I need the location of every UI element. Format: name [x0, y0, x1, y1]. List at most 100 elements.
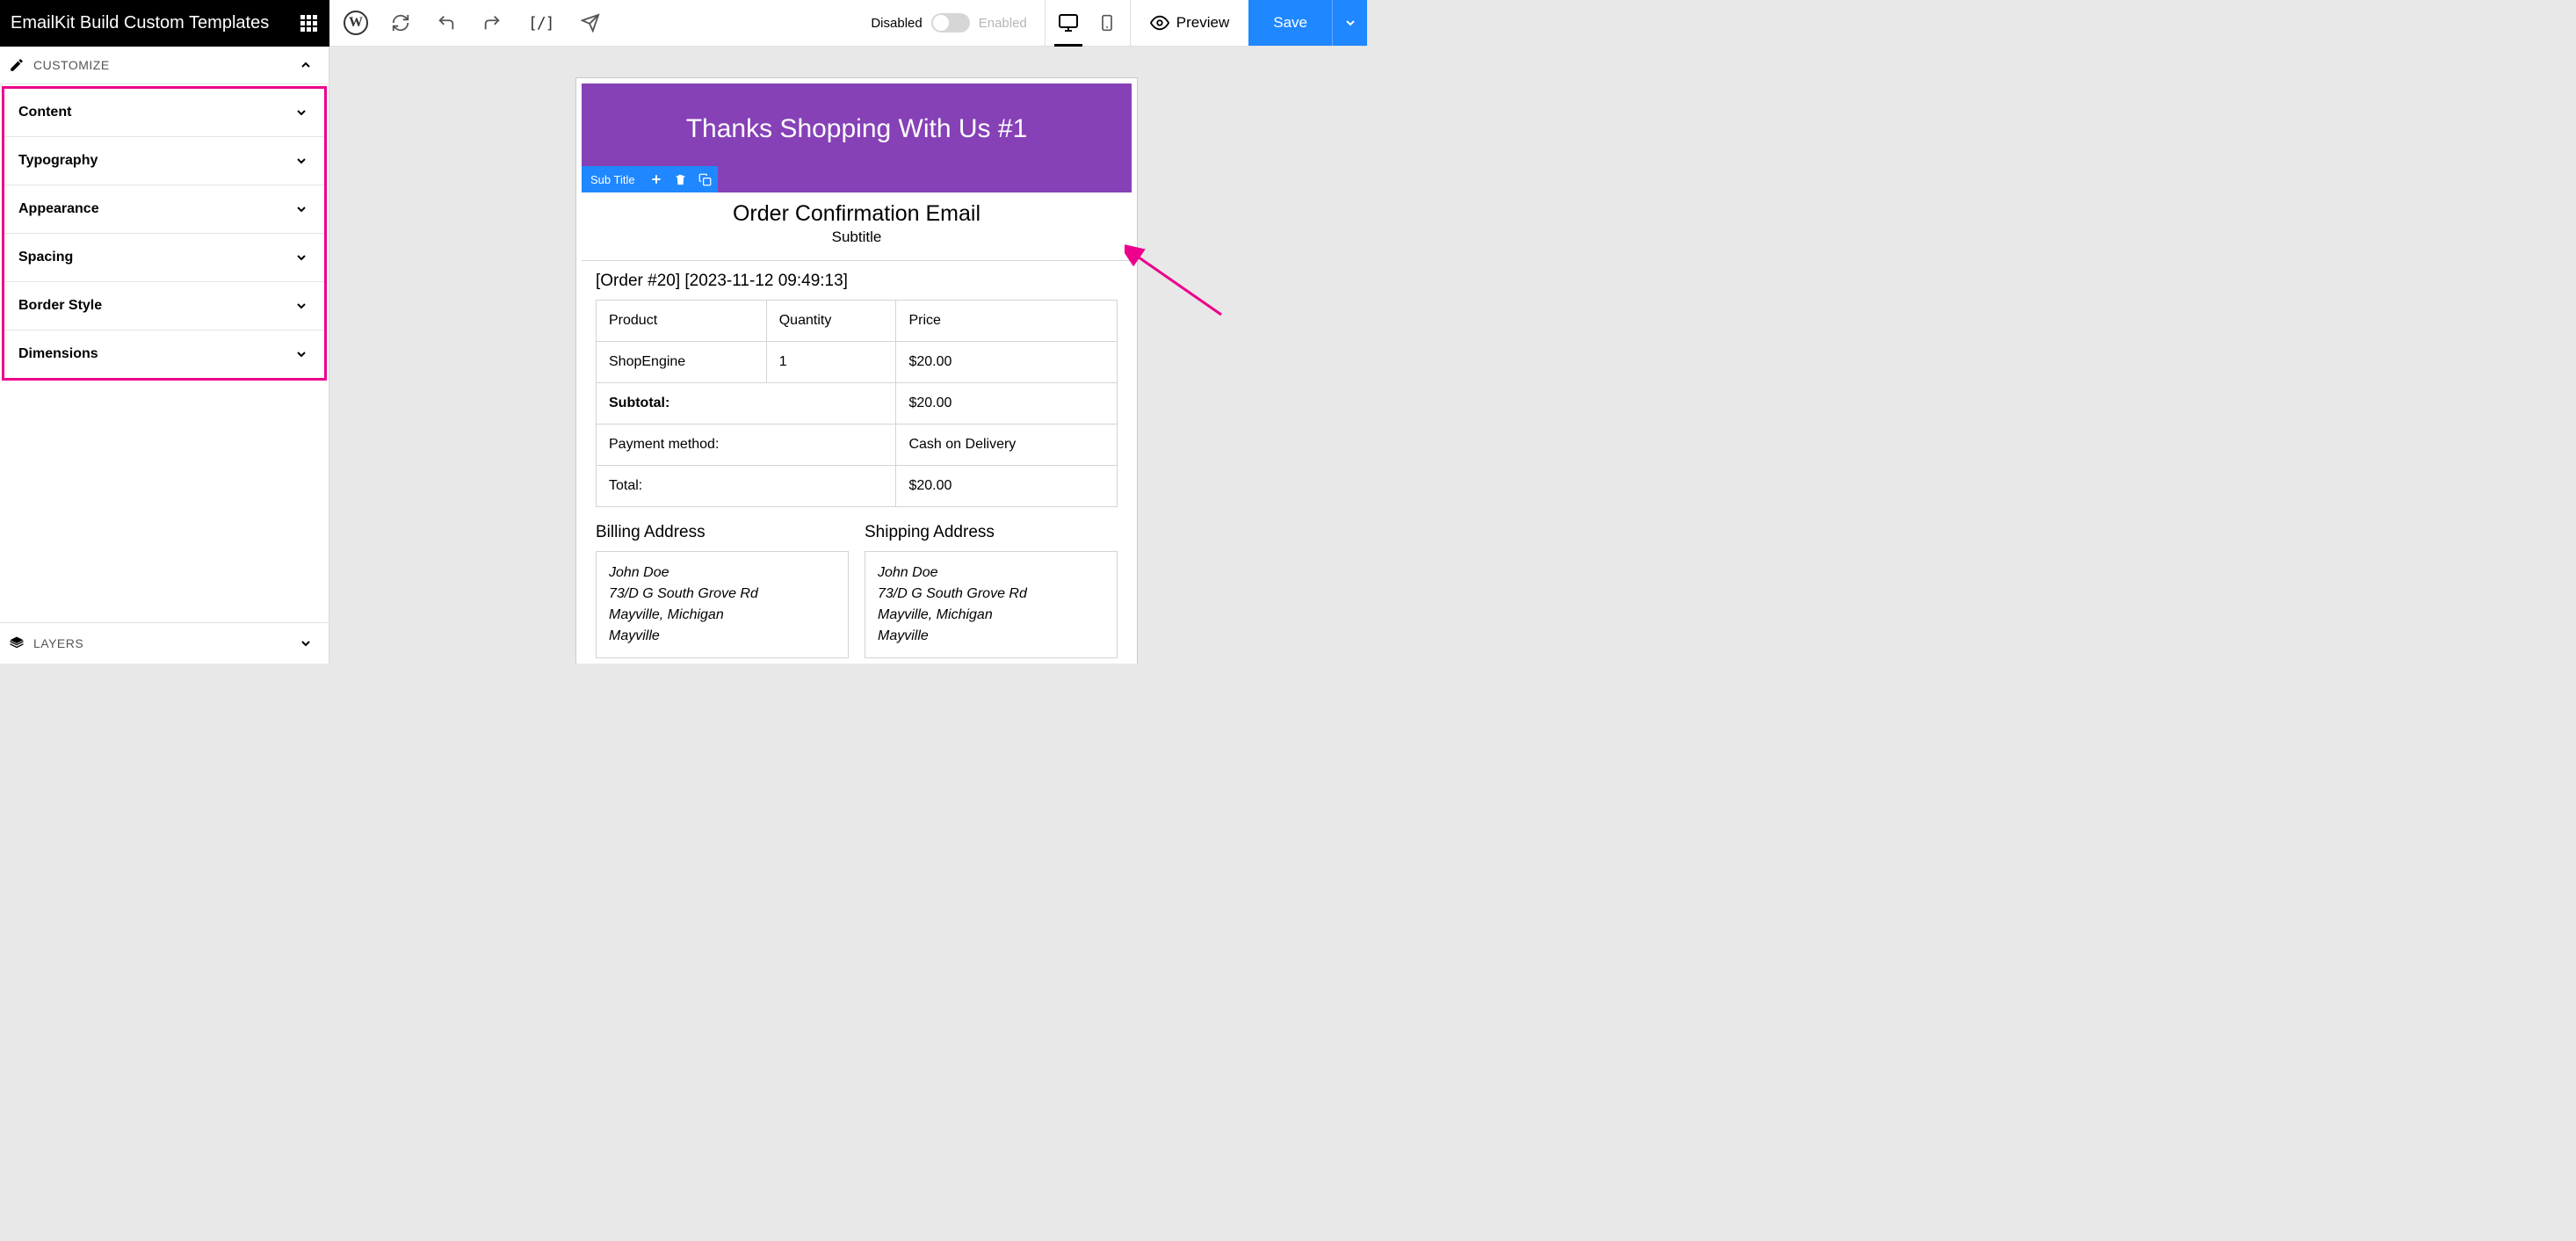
- shipping-title: Shipping Address: [865, 523, 1118, 542]
- undo-icon[interactable]: [437, 13, 456, 33]
- summary-label: Payment method:: [597, 425, 896, 466]
- editor-canvas: Thanks Shopping With Us #1 Sub Title Ord…: [329, 47, 1367, 664]
- panel-content[interactable]: Content: [4, 89, 324, 137]
- chevron-down-icon: [294, 347, 308, 361]
- email-subtitle[interactable]: Subtitle: [582, 229, 1132, 246]
- address-line: John Doe: [878, 562, 1104, 584]
- preview-button[interactable]: Preview: [1131, 0, 1248, 46]
- email-title[interactable]: Order Confirmation Email: [582, 201, 1132, 227]
- chevron-down-icon: [299, 636, 313, 650]
- annotation-arrow: [1125, 244, 1230, 323]
- enable-toggle-group: Disabled Enabled: [871, 13, 1026, 33]
- toolbar-right: Disabled Enabled Preview Save: [871, 0, 1367, 46]
- panel-typography[interactable]: Typography: [4, 137, 324, 185]
- address-line: Mayville: [609, 626, 836, 647]
- order-meta: [Order #20] [2023-11-12 09:49:13]: [582, 261, 1132, 300]
- panel-border-style[interactable]: Border Style: [4, 282, 324, 330]
- app-title: EmailKit Build Custom Templates: [11, 13, 269, 33]
- element-toolbar: Sub Title: [582, 166, 718, 192]
- col-product: Product: [597, 301, 767, 342]
- shipping-address-col: Shipping Address John Doe 73/D G South G…: [865, 523, 1118, 658]
- summary-row: Total: $20.00: [597, 466, 1118, 507]
- send-icon[interactable]: [581, 13, 600, 33]
- address-row: Billing Address John Doe 73/D G South Gr…: [582, 507, 1132, 658]
- cell-product: ShopEngine: [597, 342, 767, 383]
- chevron-down-icon: [294, 250, 308, 265]
- layers-section-header[interactable]: LAYERS: [0, 622, 329, 664]
- order-table: Product Quantity Price ShopEngine 1 $20.…: [596, 300, 1118, 507]
- save-button[interactable]: Save: [1248, 0, 1332, 46]
- panel-label: Appearance: [18, 201, 99, 217]
- app-header: EmailKit Build Custom Templates: [0, 0, 329, 47]
- layers-icon: [9, 635, 25, 651]
- summary-value: $20.00: [896, 466, 1118, 507]
- desktop-device-icon[interactable]: [1058, 12, 1079, 33]
- summary-value: Cash on Delivery: [896, 425, 1118, 466]
- panel-label: Spacing: [18, 250, 73, 265]
- customize-label: CUSTOMIZE: [33, 58, 299, 72]
- address-line: Mayville: [878, 626, 1104, 647]
- element-toolbar-label: Sub Title: [582, 173, 644, 186]
- email-preview-frame: Thanks Shopping With Us #1 Sub Title Ord…: [575, 77, 1138, 664]
- add-icon[interactable]: [644, 167, 669, 192]
- layers-label: LAYERS: [33, 636, 299, 650]
- col-quantity: Quantity: [766, 301, 896, 342]
- apps-grid-icon[interactable]: [300, 15, 317, 32]
- duplicate-icon[interactable]: [693, 167, 718, 192]
- sidebar: CUSTOMIZE Content Typography Appearance …: [0, 47, 329, 664]
- panel-label: Content: [18, 105, 71, 120]
- summary-row: Payment method: Cash on Delivery: [597, 425, 1118, 466]
- panel-label: Typography: [18, 153, 98, 169]
- billing-address-col: Billing Address John Doe 73/D G South Gr…: [596, 523, 849, 658]
- chevron-down-icon: [294, 105, 308, 120]
- email-header-text: Thanks Shopping With Us #1: [599, 114, 1114, 144]
- top-toolbar: W [/] Disabled Enabled Preview: [329, 0, 1367, 47]
- toggle-disabled-label: Disabled: [871, 16, 922, 31]
- panel-dimensions[interactable]: Dimensions: [4, 330, 324, 378]
- panel-appearance[interactable]: Appearance: [4, 185, 324, 234]
- chevron-down-icon: [1343, 16, 1357, 30]
- mobile-device-icon[interactable]: [1096, 12, 1118, 33]
- summary-label: Subtotal:: [597, 383, 896, 425]
- chevron-up-icon: [299, 58, 313, 72]
- pencil-icon: [9, 57, 25, 73]
- col-price: Price: [896, 301, 1118, 342]
- wordpress-icon[interactable]: W: [344, 11, 368, 35]
- billing-address-box: John Doe 73/D G South Grove Rd Mayville,…: [596, 551, 849, 658]
- delete-icon[interactable]: [669, 167, 693, 192]
- panels-highlight-box: Content Typography Appearance Spacing Bo…: [2, 86, 327, 381]
- address-line: 73/D G South Grove Rd: [878, 584, 1104, 605]
- refresh-icon[interactable]: [391, 13, 410, 33]
- table-row: ShopEngine 1 $20.00: [597, 342, 1118, 383]
- summary-value: $20.00: [896, 383, 1118, 425]
- summary-label: Total:: [597, 466, 896, 507]
- email-header-block[interactable]: Thanks Shopping With Us #1 Sub Title: [582, 83, 1132, 192]
- eye-icon: [1150, 13, 1169, 33]
- chevron-down-icon: [294, 202, 308, 216]
- device-switcher: [1045, 0, 1131, 46]
- panel-spacing[interactable]: Spacing: [4, 234, 324, 282]
- email-body: Order Confirmation Email Subtitle [Order…: [582, 192, 1132, 658]
- panel-label: Dimensions: [18, 346, 98, 362]
- customize-section-header[interactable]: CUSTOMIZE: [0, 47, 329, 84]
- billing-title: Billing Address: [596, 523, 849, 542]
- chevron-down-icon: [294, 299, 308, 313]
- address-line: Mayville, Michigan: [609, 605, 836, 626]
- table-header-row: Product Quantity Price: [597, 301, 1118, 342]
- preview-label: Preview: [1176, 14, 1229, 32]
- enable-toggle[interactable]: [931, 13, 970, 33]
- cell-price: $20.00: [896, 342, 1118, 383]
- summary-row: Subtotal: $20.00: [597, 383, 1118, 425]
- panel-label: Border Style: [18, 298, 102, 314]
- save-label: Save: [1273, 14, 1307, 32]
- chevron-down-icon: [294, 154, 308, 168]
- address-line: Mayville, Michigan: [878, 605, 1104, 626]
- toggle-enabled-label: Enabled: [979, 16, 1027, 31]
- cell-quantity: 1: [766, 342, 896, 383]
- save-dropdown-button[interactable]: [1332, 0, 1367, 46]
- redo-icon[interactable]: [482, 13, 502, 33]
- shipping-address-box: John Doe 73/D G South Grove Rd Mayville,…: [865, 551, 1118, 658]
- address-line: 73/D G South Grove Rd: [609, 584, 836, 605]
- address-line: John Doe: [609, 562, 836, 584]
- shortcode-icon[interactable]: [/]: [528, 14, 554, 33]
